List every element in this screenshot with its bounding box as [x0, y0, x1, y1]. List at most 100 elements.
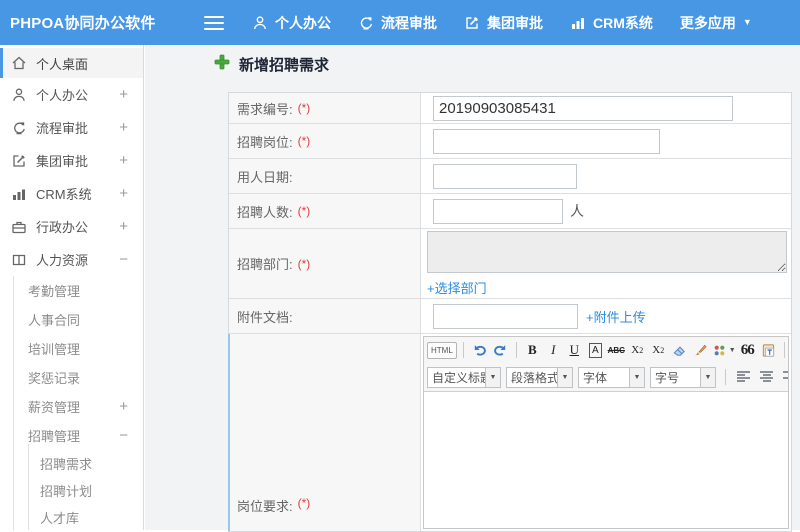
align-right-icon[interactable]	[781, 367, 788, 387]
align-center-icon[interactable]	[758, 367, 776, 387]
attachment-upload-link[interactable]: +附件上传	[586, 307, 646, 326]
job-requirements-label: 岗位要求:	[237, 499, 293, 514]
bold-button[interactable]: B	[523, 340, 542, 360]
sidebar-item-label: 招聘管理	[28, 429, 81, 444]
add-plus-icon	[214, 54, 230, 75]
form-row-demand-no: 需求编号: (*)	[229, 93, 791, 124]
sidebar-item-hr-contract[interactable]: 人事合同	[0, 305, 143, 334]
briefcase-icon	[11, 219, 27, 235]
sidebar-item-attendance-mgmt[interactable]: 考勤管理	[0, 276, 143, 305]
blockquote-button[interactable]: 66	[738, 340, 757, 360]
superscript-button[interactable]: X2	[628, 340, 647, 360]
sidebar-item-training-mgmt[interactable]: 培训管理	[0, 334, 143, 363]
sidebar-item-talent-pool[interactable]: 人才库	[0, 504, 143, 531]
sidebar-item-recruit-mgmt[interactable]: 招聘管理 −	[0, 421, 143, 450]
sidebar-item-recruit-plan[interactable]: 招聘计划	[0, 477, 143, 504]
strikethrough-button[interactable]: ABC	[607, 340, 626, 360]
nav-label: 个人办公	[275, 14, 331, 31]
nav-more-apps[interactable]: 更多应用 ▼	[680, 13, 752, 33]
font-size-select[interactable]: 字号 ▼	[650, 366, 716, 388]
select-department-link[interactable]: +选择部门	[427, 278, 487, 297]
expand-icon[interactable]: +	[119, 218, 128, 235]
nav-label: CRM系统	[593, 14, 653, 31]
sidebar-item-group-approval[interactable]: 集团审批 +	[0, 144, 143, 177]
sidebar-item-salary-mgmt[interactable]: 薪资管理 +	[0, 392, 143, 421]
sidebar-item-label: 招聘计划	[40, 484, 93, 499]
menu-toggle-icon[interactable]	[204, 15, 224, 30]
sidebar-item-admin-office[interactable]: 行政办公 +	[0, 210, 143, 243]
main-content: 新增招聘需求 需求编号: (*) 招聘岗位: (*) 用人	[145, 45, 800, 532]
html-source-button[interactable]: HTML	[427, 341, 457, 359]
redo-icon[interactable]	[491, 340, 510, 360]
sidebar-item-personal-office[interactable]: 个人办公 +	[0, 78, 143, 111]
expand-icon[interactable]: +	[119, 119, 128, 136]
sidebar-item-label: 薪资管理	[28, 400, 81, 415]
form-row-hire-date: 用人日期:	[229, 159, 791, 194]
position-input[interactable]	[433, 128, 660, 154]
workflow-icon	[358, 15, 374, 31]
attachment-label: 附件文档:	[237, 309, 293, 325]
expand-icon[interactable]: +	[119, 152, 128, 169]
sidebar-item-label: 培训管理	[28, 342, 81, 357]
nav-crm-system[interactable]: CRM系统	[570, 13, 653, 33]
user-icon	[11, 87, 27, 103]
form-row-headcount: 招聘人数: (*) 人	[229, 194, 791, 229]
format-brush-icon[interactable]	[691, 340, 710, 360]
sidebar-item-human-resources[interactable]: 人力资源 −	[0, 243, 143, 276]
nav-group-approval[interactable]: 集团审批	[464, 13, 543, 33]
underline-button[interactable]: U	[565, 340, 584, 360]
font-style-button[interactable]: A	[586, 340, 605, 360]
subscript-button[interactable]: X2	[649, 340, 668, 360]
align-left-icon[interactable]	[735, 367, 753, 387]
hire-date-input[interactable]	[433, 163, 577, 189]
sidebar-item-label: 人事合同	[28, 313, 81, 328]
expand-icon[interactable]: +	[119, 185, 128, 202]
department-textarea[interactable]	[427, 230, 787, 273]
rich-text-editor: HTML B I U A ABC X2 X 2 ▼ 66 自定义标 ▼ 段落格式…	[423, 336, 789, 529]
collapse-icon[interactable]: −	[119, 427, 128, 444]
bar-chart-icon	[11, 186, 27, 202]
collapse-icon[interactable]: −	[119, 251, 128, 268]
chevron-down-icon: ▼	[557, 367, 572, 387]
app-logo: PHPOA协同办公软件	[10, 15, 156, 32]
undo-icon[interactable]	[470, 340, 489, 360]
eraser-icon[interactable]	[670, 340, 689, 360]
paragraph-format-select[interactable]: 段落格式 ▼	[506, 366, 573, 388]
top-nav: 个人办公 流程审批 集团审批 CRM系统 更多应用 ▼	[252, 13, 752, 33]
hire-date-label: 用人日期:	[237, 169, 293, 185]
demand-no-input[interactable]	[433, 95, 733, 121]
sidebar-item-recruit-demand[interactable]: 招聘需求	[0, 450, 143, 477]
form-row-attachment: 附件文档: +附件上传	[229, 299, 791, 334]
editor-toolbar-row1: HTML B I U A ABC X2 X 2 ▼ 66	[424, 337, 788, 363]
expand-icon[interactable]: +	[119, 398, 128, 415]
required-mark: (*)	[297, 134, 311, 148]
tree-guide-line	[28, 444, 29, 530]
attachment-input[interactable]	[433, 303, 578, 329]
sidebar-item-crm-system[interactable]: CRM系统 +	[0, 177, 143, 210]
sidebar-item-workflow-approval[interactable]: 流程审批 +	[0, 111, 143, 144]
font-family-select[interactable]: 字体 ▼	[578, 366, 645, 388]
required-mark: (*)	[297, 101, 311, 115]
editor-content-area[interactable]	[424, 392, 788, 528]
chevron-down-icon: ▼	[742, 17, 752, 27]
color-palette-icon[interactable]: ▼	[712, 340, 736, 360]
position-label: 招聘岗位:	[237, 134, 293, 150]
chevron-down-icon: ▼	[485, 367, 500, 387]
sidebar-item-label: 集团审批	[36, 154, 89, 169]
bar-chart-icon	[570, 15, 586, 31]
custom-heading-select[interactable]: 自定义标题 ▼	[427, 366, 501, 388]
sidebar-item-label: 招聘需求	[40, 457, 93, 472]
sidebar-item-personal-desktop[interactable]: 个人桌面	[0, 48, 143, 78]
form-row-job-requirements: 岗位要求: (*) HTML B I U A ABC X 2 X 2 ▼ 66 …	[228, 334, 791, 531]
expand-icon[interactable]: +	[119, 86, 128, 103]
paste-icon[interactable]	[759, 340, 778, 360]
form-row-department: 招聘部门: (*) +选择部门	[229, 229, 791, 299]
headcount-input[interactable]	[433, 198, 563, 224]
nav-workflow-approval[interactable]: 流程审批	[358, 13, 437, 33]
sidebar-item-reward-punish[interactable]: 奖惩记录	[0, 363, 143, 392]
nav-label: 集团审批	[487, 14, 543, 31]
sidebar-item-label: 行政办公	[36, 220, 89, 235]
nav-personal-office[interactable]: 个人办公	[252, 13, 331, 33]
italic-button[interactable]: I	[544, 340, 563, 360]
headcount-unit: 人	[570, 203, 584, 219]
